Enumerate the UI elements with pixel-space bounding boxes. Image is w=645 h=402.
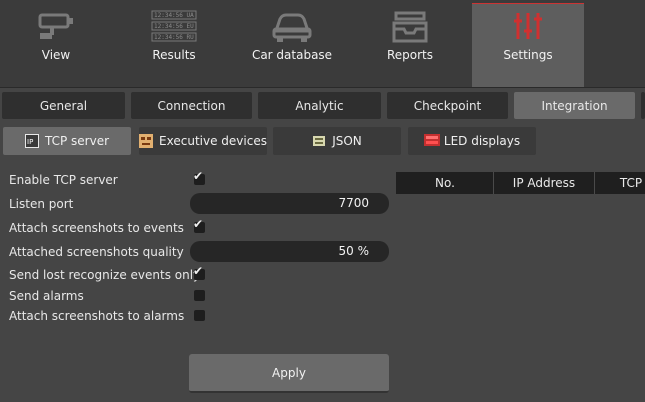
nav-results[interactable]: 12:34:56 UA 12:34:56 EU 12:34:56 RU Resu… [118, 4, 230, 84]
nav-results-label: Results [152, 48, 196, 62]
tab-overflow [641, 92, 645, 119]
ip-icon: IP [24, 134, 39, 148]
subtab-tcp-server[interactable]: IP TCP server [3, 127, 131, 155]
listen-port-field[interactable]: 7700 [190, 193, 389, 214]
attach-screens-events-label: Attach screenshots to events [9, 221, 184, 235]
results-line-3: 12:34:56 RU [154, 34, 194, 41]
results-line-1: 12:34:56 UA [154, 12, 194, 19]
nav-view[interactable]: View [0, 4, 112, 84]
tab-general[interactable]: General [2, 92, 125, 119]
nav-settings[interactable]: Settings [472, 3, 584, 87]
column-header-tcp[interactable]: TCP [595, 172, 645, 194]
led-display-icon [423, 134, 440, 148]
subtab-led-displays[interactable]: LED displays [408, 127, 536, 155]
column-header-no[interactable]: No. [396, 172, 494, 194]
column-header-ip[interactable]: IP Address [494, 172, 594, 194]
tab-integration-label: Integration [541, 98, 608, 113]
inbox-tray-icon [390, 4, 430, 48]
subtab-json-label: JSON [332, 134, 362, 148]
subtab-executive-devices-label: Executive devices [159, 134, 267, 148]
device-icon [139, 134, 154, 148]
svg-text:IP: IP [27, 138, 33, 146]
tab-checkpoint-label: Checkpoint [413, 98, 482, 113]
subtab-led-displays-label: LED displays [443, 134, 521, 148]
screens-quality-label: Attached screenshots quality [9, 245, 184, 259]
screens-quality-field[interactable]: 50 % [190, 241, 389, 262]
results-line-2: 12:34:56 EU [154, 23, 194, 30]
apply-button[interactable]: Apply [189, 354, 389, 393]
attach-screens-alarms-checkbox[interactable] [194, 310, 205, 321]
send-lost-label: Send lost recognize events only [9, 268, 201, 282]
tab-connection[interactable]: Connection [131, 92, 252, 119]
clients-table-header: No. IP Address TCP [396, 172, 645, 194]
send-alarms-checkbox[interactable] [194, 290, 205, 301]
nav-reports[interactable]: Reports [354, 4, 466, 84]
camera-icon [36, 4, 76, 48]
tab-checkpoint[interactable]: Checkpoint [387, 92, 508, 119]
send-alarms-label: Send alarms [9, 289, 84, 303]
nav-settings-label: Settings [503, 48, 553, 62]
listen-port-label: Listen port [9, 197, 74, 211]
nav-view-label: View [41, 48, 71, 62]
top-navigation: View 12:34:56 UA 12:34:56 EU 12:34:56 RU… [0, 0, 645, 88]
attach-screens-events-checkbox[interactable] [193, 217, 205, 233]
json-icon [312, 134, 326, 148]
apply-button-label: Apply [272, 365, 306, 380]
subtab-executive-devices[interactable]: Executive devices [139, 127, 267, 155]
subtab-json[interactable]: JSON [273, 127, 401, 155]
nav-reports-label: Reports [386, 48, 434, 62]
results-list-icon: 12:34:56 UA 12:34:56 EU 12:34:56 RU [150, 4, 198, 48]
tab-integration[interactable]: Integration [514, 92, 635, 119]
enable-tcp-label: Enable TCP server [9, 173, 118, 187]
subtab-tcp-server-label: TCP server [44, 134, 110, 148]
tab-analytic[interactable]: Analytic [258, 92, 381, 119]
send-lost-checkbox[interactable] [193, 264, 205, 280]
sliders-icon [512, 4, 544, 48]
enable-tcp-checkbox[interactable] [193, 169, 205, 185]
car-icon [270, 4, 314, 48]
attach-screens-alarms-label: Attach screenshots to alarms [9, 309, 185, 323]
tab-analytic-label: Analytic [295, 98, 344, 113]
nav-car-database-label: Car database [251, 48, 333, 62]
nav-car-database[interactable]: Car database [236, 4, 348, 84]
tab-connection-label: Connection [157, 98, 226, 113]
settings-tabs: General Connection Analytic Checkpoint I… [0, 90, 645, 120]
tab-general-label: General [39, 98, 88, 113]
